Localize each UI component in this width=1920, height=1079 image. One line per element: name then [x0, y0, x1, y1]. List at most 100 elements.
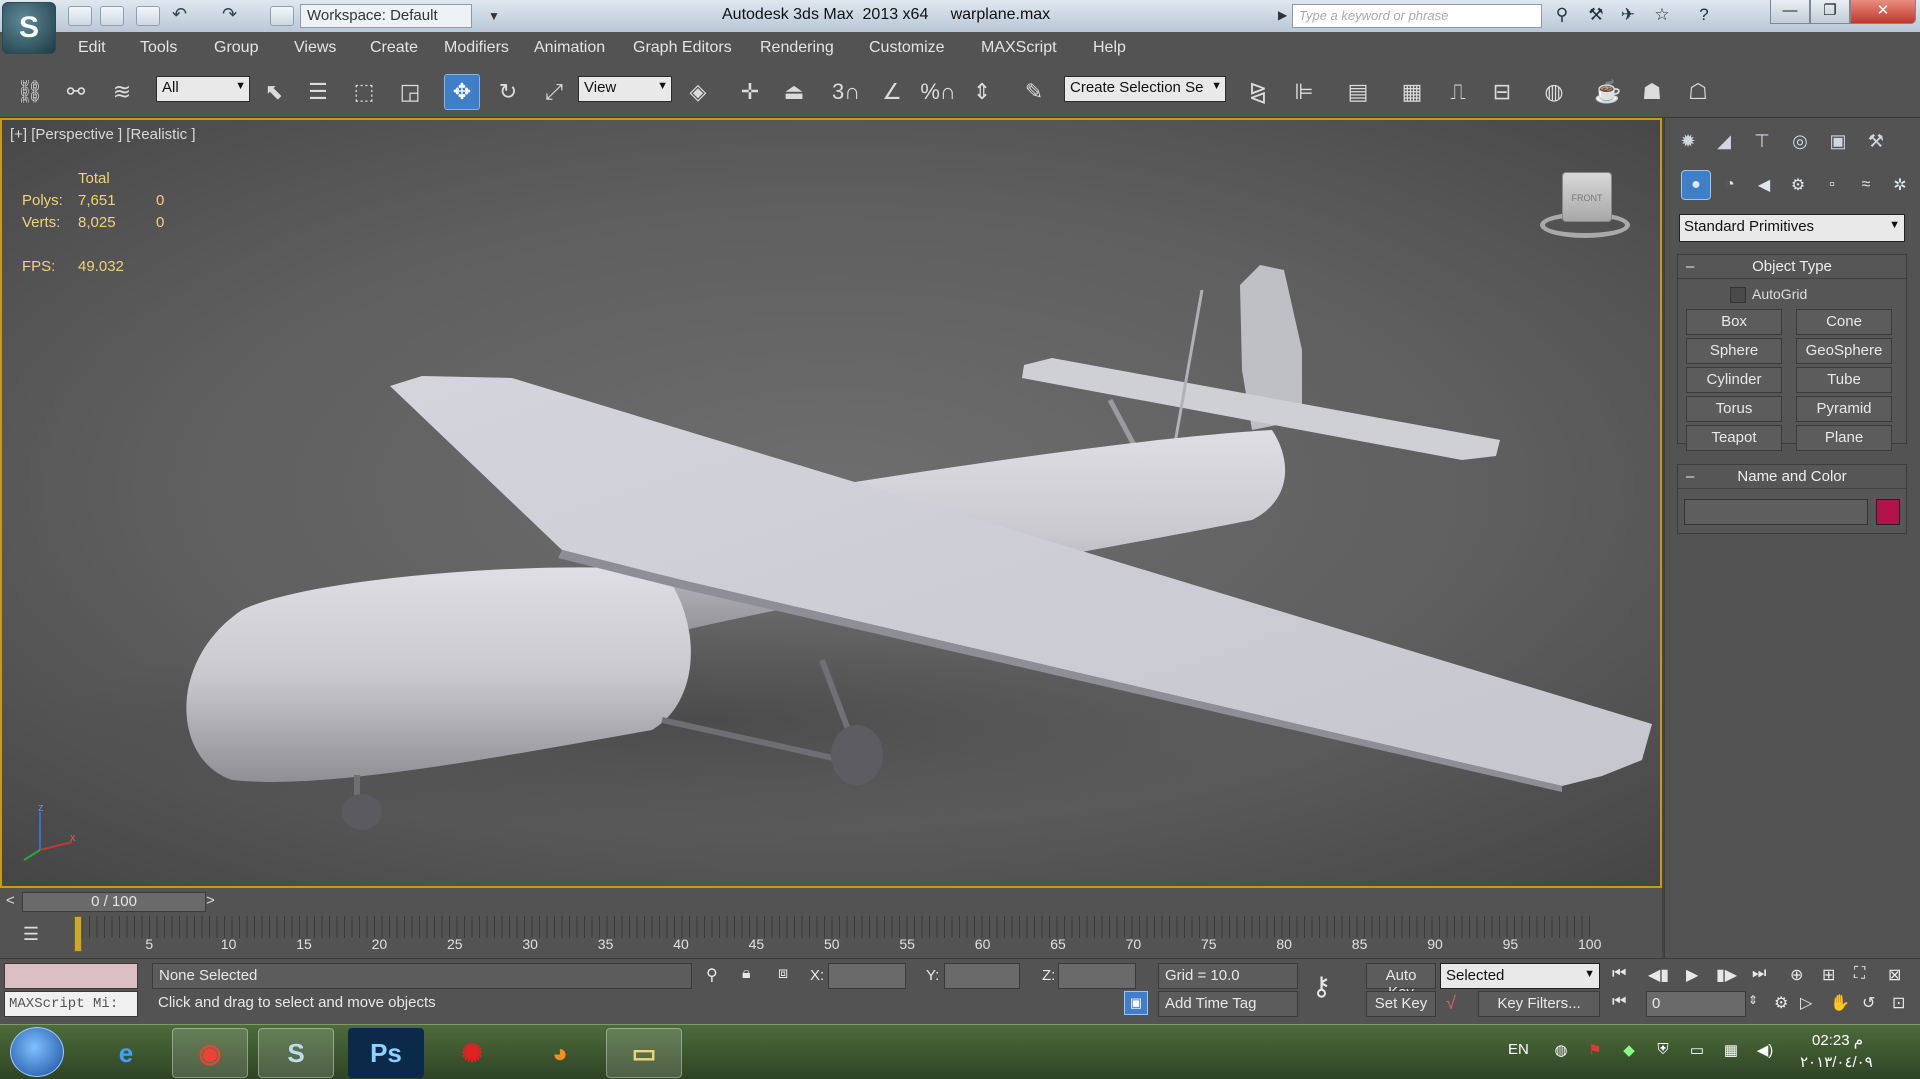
field-of-view-icon[interactable]: ▷ [1800, 993, 1812, 1013]
unlink-selection-icon[interactable]: ⚯ [58, 74, 94, 110]
add-time-tag-button[interactable]: Add Time Tag [1158, 991, 1298, 1017]
time-configuration-icon[interactable]: ⚙ [1774, 993, 1788, 1013]
sphere-button[interactable]: Sphere [1686, 338, 1782, 364]
maxscript-mini-listener[interactable]: MAXScript Mi: [4, 991, 138, 1017]
viewcube-front-face[interactable]: FRONT [1562, 172, 1612, 222]
maxscript-listener-input[interactable] [4, 963, 138, 989]
next-frame-icon[interactable]: ▮▶ [1716, 965, 1737, 985]
time-slider-next-button[interactable]: > [206, 892, 215, 909]
keyboard-shortcut-override-icon[interactable]: ⏏ [776, 74, 812, 110]
media-player-icon[interactable]: ✺ [434, 1028, 510, 1078]
menu-modifiers[interactable]: Modifiers [444, 39, 509, 57]
internet-explorer-icon[interactable]: e [88, 1028, 164, 1078]
teapot-button[interactable]: Teapot [1686, 425, 1782, 451]
track-bar[interactable]: ☰ 5 10 15 20 25 30 35 40 45 50 55 60 65 70 75 80 85 90 95 1… [0, 916, 1662, 958]
communication-icon[interactable]: ✈ [1614, 5, 1642, 27]
language-indicator[interactable]: EN [1508, 1041, 1529, 1058]
geometry-category-icon[interactable]: ● [1681, 170, 1711, 200]
menu-graph-editors[interactable]: Graph Editors [633, 39, 732, 57]
menu-tools[interactable]: Tools [140, 39, 177, 57]
render-production-icon[interactable]: ☖ [1680, 74, 1716, 110]
project-folder-icon[interactable] [270, 6, 294, 26]
go-to-end-icon[interactable]: ⏭ [1752, 965, 1766, 983]
create-tab-icon[interactable]: ✹ [1673, 126, 1703, 156]
render-setup-icon[interactable]: ☕ [1590, 74, 1626, 110]
select-and-move-icon[interactable]: ✥ [444, 74, 480, 110]
menu-create[interactable]: Create [370, 39, 418, 57]
cameras-category-icon[interactable]: ⚙ [1783, 170, 1813, 200]
mirror-icon[interactable]: ⧎ [1240, 74, 1276, 110]
set-key-filter-curve-icon[interactable]: √ [1446, 993, 1456, 1014]
binoculars-icon[interactable]: ⚲ [1548, 5, 1576, 27]
object-color-swatch[interactable] [1876, 499, 1900, 525]
shapes-category-icon[interactable]: ◔ [1715, 170, 1745, 200]
schematic-view-icon[interactable]: ⊟ [1484, 74, 1520, 110]
tube-button[interactable]: Tube [1796, 367, 1892, 393]
menu-maxscript[interactable]: MAXScript [981, 39, 1057, 57]
favorites-star-icon[interactable]: ☆ [1648, 5, 1676, 27]
object-name-input[interactable] [1684, 499, 1868, 525]
key-filters-button[interactable]: Key Filters... [1478, 991, 1600, 1017]
name-and-color-rollout-header[interactable]: – Name and Color [1678, 465, 1906, 489]
start-button-icon[interactable] [10, 1027, 64, 1077]
named-selection-dropdown[interactable]: Create Selection Se ▼ [1064, 76, 1226, 102]
go-to-start-icon[interactable]: ⏮ [1612, 965, 1626, 983]
align-icon[interactable]: ⊫ [1286, 74, 1322, 110]
network-icon[interactable]: ▦ [1720, 1041, 1742, 1063]
3ds-max-taskbar-icon[interactable]: S [258, 1028, 334, 1078]
menu-group[interactable]: Group [214, 39, 258, 57]
helpers-category-icon[interactable]: ▫ [1817, 170, 1847, 200]
chrome-icon[interactable]: ◉ [172, 1028, 248, 1078]
orbit-icon[interactable]: ↺ [1862, 993, 1875, 1013]
close-button[interactable]: ✕ [1850, 0, 1916, 24]
curve-editor-icon[interactable]: ⎍ [1440, 74, 1476, 110]
key-mode-toggle-icon[interactable]: ⏮ [1612, 993, 1626, 1011]
zoom-icon[interactable]: ⊕ [1790, 965, 1803, 985]
menu-views[interactable]: Views [294, 39, 336, 57]
firefox-icon[interactable]: ◕ [522, 1028, 598, 1078]
new-file-icon[interactable] [68, 6, 92, 26]
x-coordinate-input[interactable] [828, 963, 906, 989]
geosphere-button[interactable]: GeoSphere [1796, 338, 1892, 364]
reference-coordinate-dropdown[interactable]: View ▼ [578, 76, 672, 102]
photoshop-icon[interactable]: Ps [348, 1028, 424, 1078]
space-warps-category-icon[interactable]: ≈ [1851, 170, 1881, 200]
action-center-flag-icon[interactable]: ⚑ [1584, 1041, 1606, 1063]
menu-rendering[interactable]: Rendering [760, 39, 834, 57]
primitive-type-dropdown[interactable]: Standard Primitives ▼ [1679, 214, 1905, 242]
autogrid-checkbox[interactable] [1730, 287, 1746, 303]
lights-category-icon[interactable]: ◀ [1749, 170, 1779, 200]
select-object-icon[interactable]: ⬉ [256, 74, 292, 110]
select-and-rotate-icon[interactable]: ↻ [490, 74, 526, 110]
maximize-viewport-icon[interactable]: ⊡ [1892, 993, 1905, 1013]
app-logo-icon[interactable]: S [2, 2, 56, 54]
mini-curve-editor-icon[interactable]: ☰ [16, 924, 46, 950]
rectangular-selection-icon[interactable]: ⬚ [346, 74, 382, 110]
z-coordinate-input[interactable] [1058, 963, 1136, 989]
motion-tab-icon[interactable]: ◎ [1785, 126, 1815, 156]
cylinder-button[interactable]: Cylinder [1686, 367, 1782, 393]
clock-time[interactable]: 02:23 م [1812, 1031, 1863, 1049]
pyramid-button[interactable]: Pyramid [1796, 396, 1892, 422]
viewcube[interactable]: FRONT [1532, 172, 1636, 242]
isolate-selection-icon[interactable]: ⚲ [706, 965, 718, 985]
modify-tab-icon[interactable]: ◢ [1709, 126, 1739, 156]
menu-customize[interactable]: Customize [869, 39, 945, 57]
utilities-tab-icon[interactable]: ⚒ [1861, 126, 1891, 156]
percent-snap-icon[interactable]: % ∩ [920, 74, 956, 110]
clock-date[interactable]: ٢٠١٣/٠٤/٠٩ [1800, 1053, 1873, 1071]
subscription-icon[interactable]: ⚒ [1582, 5, 1610, 27]
adaptive-degradation-icon[interactable]: ▣ [1124, 991, 1148, 1015]
graphite-ribbon-icon[interactable]: ▦ [1394, 74, 1430, 110]
time-slider-prev-button[interactable]: < [6, 892, 15, 909]
open-file-icon[interactable] [100, 6, 124, 26]
display-icon[interactable]: ▭ [1686, 1041, 1708, 1063]
select-by-name-icon[interactable]: ☰ [300, 74, 336, 110]
layer-manager-icon[interactable]: ▤ [1340, 74, 1376, 110]
current-frame-input[interactable]: 0 [1646, 991, 1746, 1017]
plane-button[interactable]: Plane [1796, 425, 1892, 451]
chevron-down-icon[interactable]: ▼ [484, 4, 504, 28]
bind-to-space-warp-icon[interactable]: ≋ [104, 74, 140, 110]
pivot-center-icon[interactable]: ◈ [680, 74, 716, 110]
network-globe-icon[interactable]: ◍ [1550, 1041, 1572, 1063]
